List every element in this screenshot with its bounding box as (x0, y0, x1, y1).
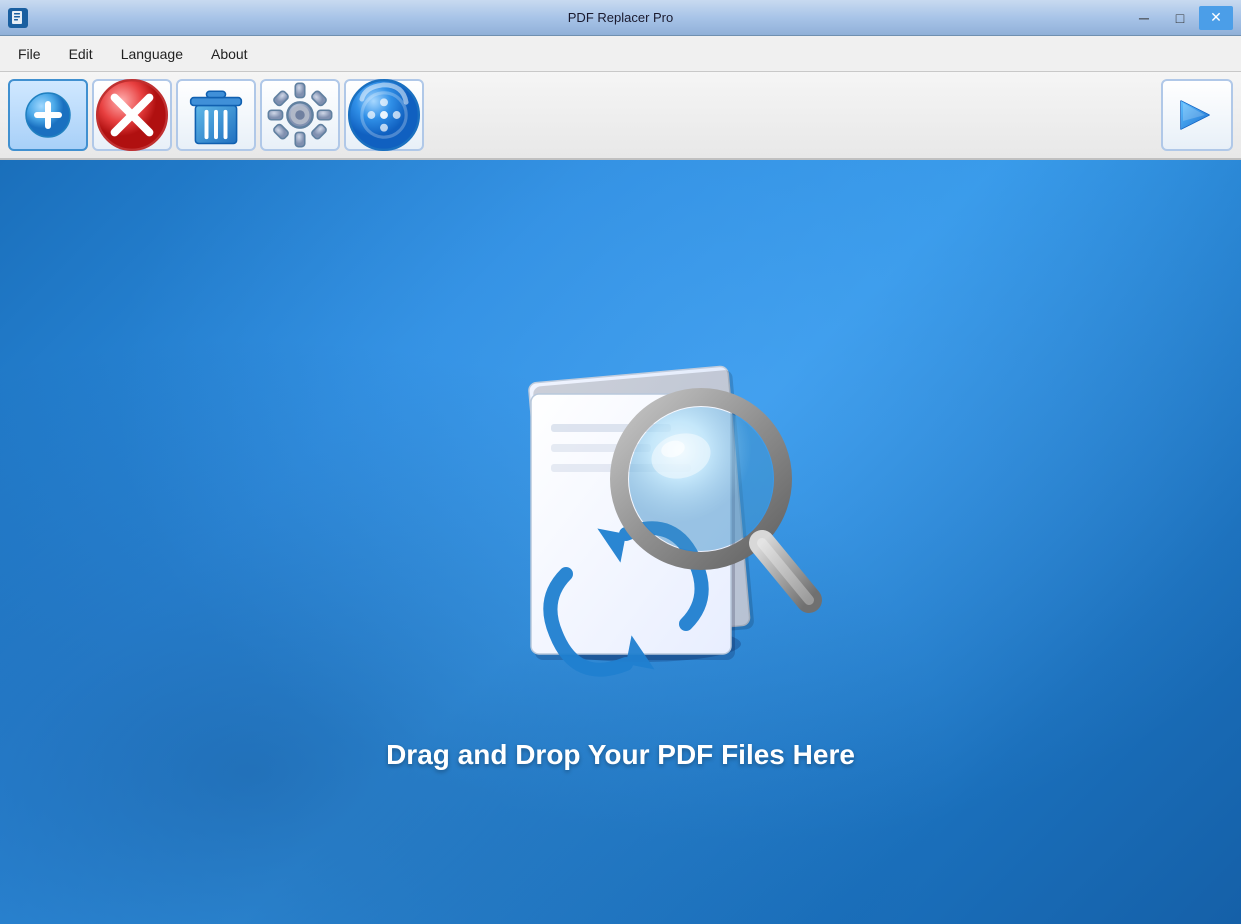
menu-file[interactable]: File (4, 42, 55, 66)
minimize-button[interactable]: ─ (1127, 6, 1161, 30)
drop-text: Drag and Drop Your PDF Files Here (386, 739, 855, 771)
next-button[interactable] (1161, 79, 1233, 151)
window-controls: ─ □ ✕ (1127, 6, 1233, 30)
maximize-button[interactable]: □ (1163, 6, 1197, 30)
help-button[interactable] (344, 79, 424, 151)
settings-button[interactable] (260, 79, 340, 151)
menu-bar: File Edit Language About (0, 36, 1241, 72)
menu-about[interactable]: About (197, 42, 262, 66)
title-bar-left (8, 8, 28, 28)
remove-button[interactable] (92, 79, 172, 151)
toolbar-left (8, 79, 424, 151)
window-title: PDF Replacer Pro (568, 10, 673, 25)
menu-edit[interactable]: Edit (55, 42, 107, 66)
title-bar: PDF Replacer Pro ─ □ ✕ (0, 0, 1241, 36)
toolbar (0, 72, 1241, 160)
add-button[interactable] (8, 79, 88, 151)
close-button[interactable]: ✕ (1199, 6, 1233, 30)
drop-area[interactable]: Drag and Drop Your PDF Files Here (0, 160, 1241, 924)
drop-icon (411, 314, 831, 699)
delete-button[interactable] (176, 79, 256, 151)
menu-language[interactable]: Language (107, 42, 197, 66)
app-icon (8, 8, 28, 28)
